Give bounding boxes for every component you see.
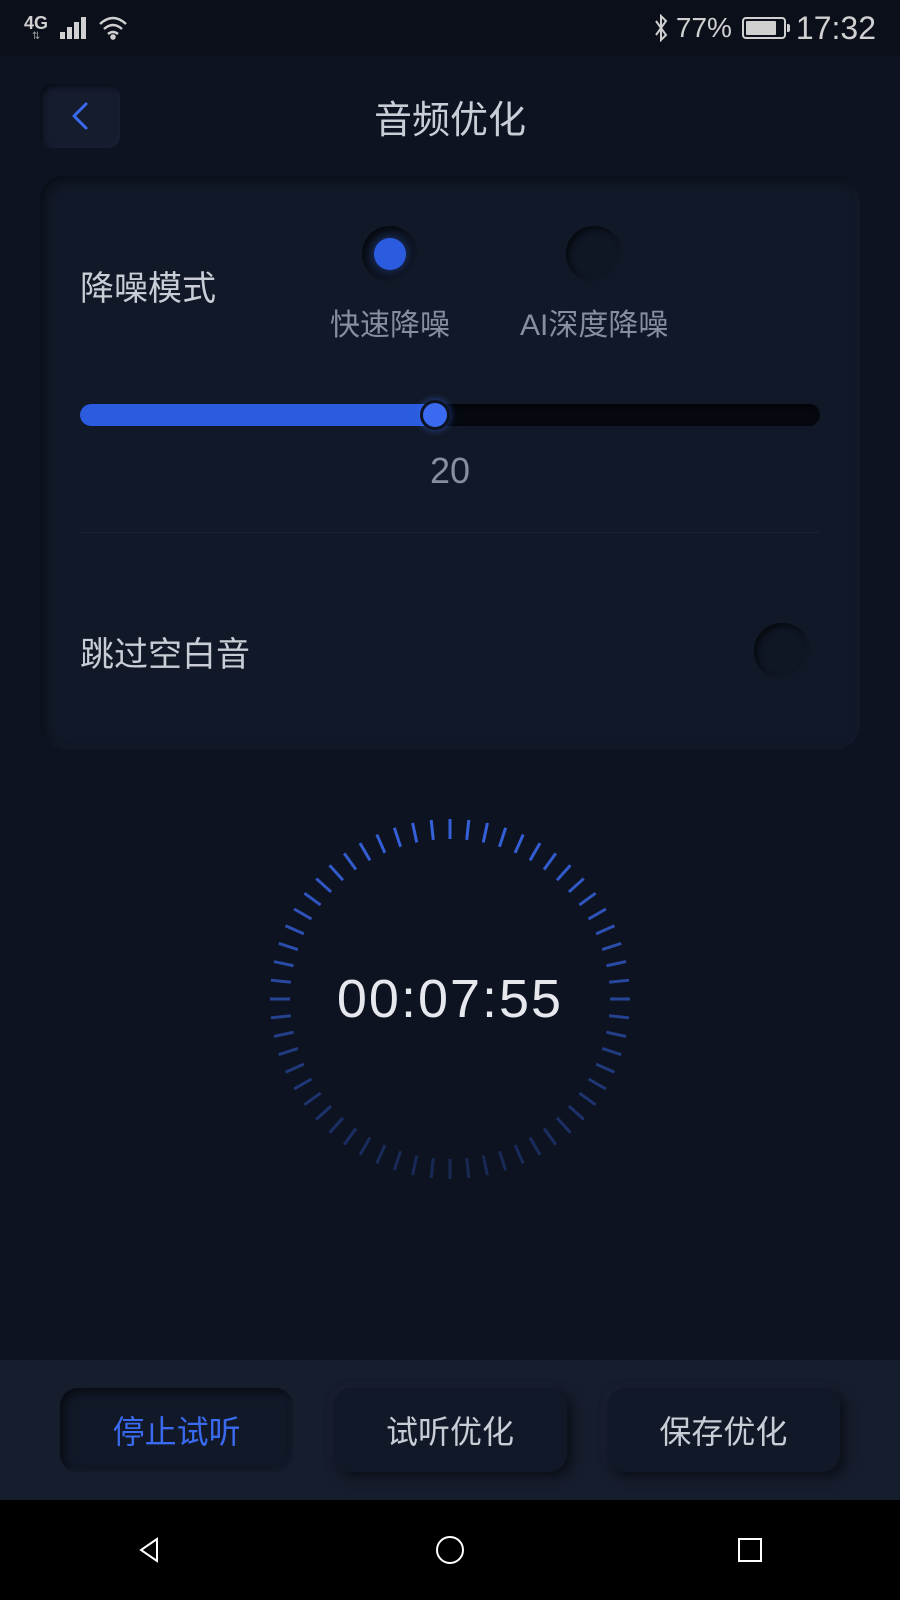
slider-fill xyxy=(80,404,435,426)
radio-circle-icon xyxy=(566,226,622,282)
system-nav-bar xyxy=(0,1500,900,1600)
preview-button[interactable]: 试听优化 xyxy=(333,1388,566,1472)
radio-fast-label: 快速降噪 xyxy=(330,300,450,344)
radio-circle-icon xyxy=(362,226,418,282)
circle-home-icon xyxy=(434,1534,466,1566)
divider xyxy=(80,532,820,533)
skip-silence-radio[interactable] xyxy=(754,623,810,679)
timer-circle: 00:07:55 xyxy=(260,809,640,1189)
page-title: 音频优化 xyxy=(374,89,526,144)
status-left: 4G ⇅ xyxy=(24,14,128,42)
nav-recent-button[interactable] xyxy=(730,1530,770,1570)
triangle-back-icon xyxy=(135,1535,165,1565)
skip-silence-label: 跳过空白音 xyxy=(80,627,250,676)
timer-section: 00:07:55 xyxy=(0,809,900,1189)
battery-percent: 77% xyxy=(676,12,732,44)
status-right: 77% 17:32 xyxy=(652,10,876,47)
skip-silence-row: 跳过空白音 xyxy=(80,623,820,679)
noise-mode-label: 降噪模式 xyxy=(80,261,230,310)
slider-value-label: 20 xyxy=(80,450,820,492)
square-recent-icon xyxy=(736,1536,764,1564)
network-label: 4G xyxy=(24,14,48,32)
timer-display: 00:07:55 xyxy=(337,968,563,1030)
chevron-left-icon xyxy=(66,100,94,132)
page-header: 音频优化 xyxy=(0,56,900,176)
stop-label: 停止试听 xyxy=(113,1407,241,1453)
radio-fast-noise[interactable]: 快速降噪 xyxy=(330,226,450,344)
save-button[interactable]: 保存优化 xyxy=(607,1388,840,1472)
slider-track xyxy=(80,404,820,426)
settings-card: 降噪模式 快速降噪 AI深度降噪 20 跳过空白音 xyxy=(40,176,860,749)
action-bar: 停止试听 试听优化 保存优化 xyxy=(0,1360,900,1500)
nav-back-button[interactable] xyxy=(130,1530,170,1570)
noise-slider[interactable]: 20 xyxy=(80,404,820,492)
battery-icon xyxy=(742,17,786,39)
bluetooth-icon xyxy=(652,14,670,42)
radio-ai-label: AI深度降噪 xyxy=(520,300,668,344)
signal-icon xyxy=(60,17,86,39)
wifi-icon xyxy=(98,16,128,40)
network-indicator: 4G ⇅ xyxy=(24,14,48,42)
back-button[interactable] xyxy=(40,84,120,148)
radio-ai-noise[interactable]: AI深度降噪 xyxy=(520,226,668,344)
radio-dot-icon xyxy=(374,238,406,270)
noise-mode-radio-group: 快速降噪 AI深度降噪 xyxy=(280,226,820,344)
stop-preview-button[interactable]: 停止试听 xyxy=(60,1388,293,1472)
slider-thumb[interactable] xyxy=(420,400,450,430)
clock: 17:32 xyxy=(796,10,876,47)
save-label: 保存优化 xyxy=(659,1407,787,1453)
status-bar: 4G ⇅ 77% 17:32 xyxy=(0,0,900,56)
nav-home-button[interactable] xyxy=(430,1530,470,1570)
preview-label: 试听优化 xyxy=(386,1407,514,1453)
noise-mode-row: 降噪模式 快速降噪 AI深度降噪 xyxy=(80,226,820,344)
